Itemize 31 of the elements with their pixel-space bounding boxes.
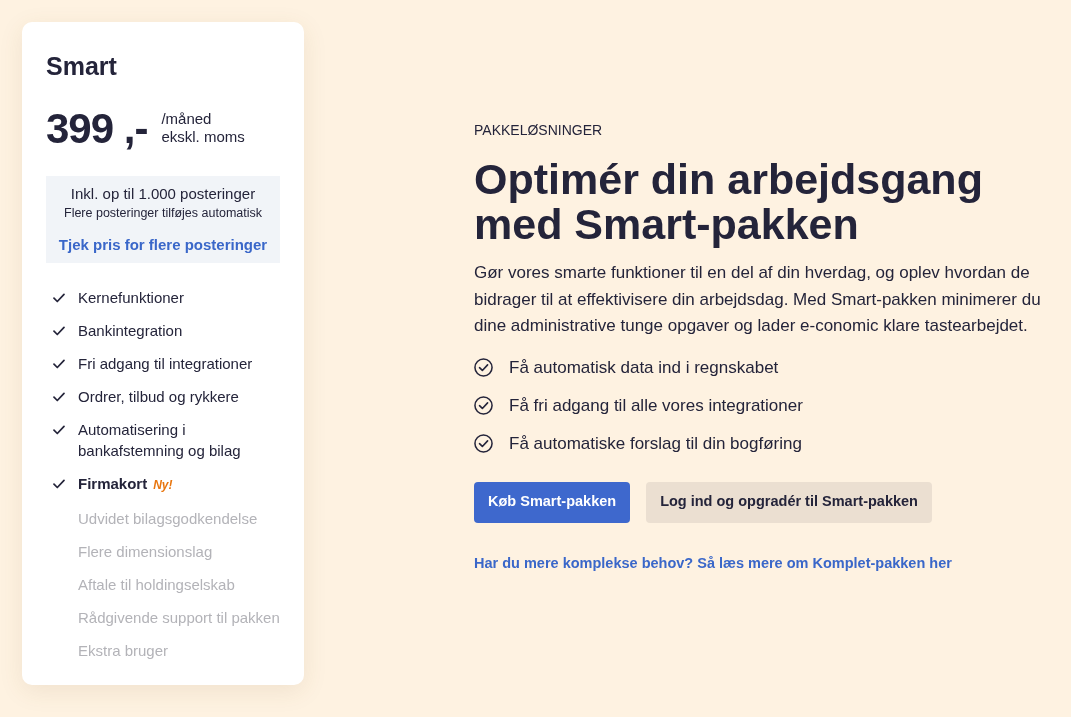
description-text: Gør vores smarte funktioner til en del af din hverdag, og oplev hvordan de bidrager til at effektivisere din arbejdsdag. Med Smart-pakken minimerer du dine administrative tunge opgaver og lader e-conomic klare tastearbejdet. xyxy=(474,262,1042,337)
feature-label: Bankintegration xyxy=(78,321,184,341)
benefit-text: Få automatiske forslag til din bogføring xyxy=(509,432,802,455)
login-upgrade-button[interactable]: Log ind og opgradér til Smart-pakken xyxy=(646,481,932,523)
entries-included-text: Inkl. op til 1.000 posteringer xyxy=(70,184,256,204)
circle-check-icon xyxy=(474,396,493,415)
plan-name: Smart xyxy=(46,51,117,82)
feature-label: Kernefunktioner xyxy=(78,288,185,308)
feature-label: Ordrer, tilbud og rykkere xyxy=(78,387,240,407)
price-link[interactable]: Tjek pris for flere posteringer xyxy=(58,235,268,255)
price-note: /måned xyxy=(161,110,212,128)
circle-check-icon xyxy=(474,434,493,453)
feature-label: Rådgivende support til pakken xyxy=(78,608,281,628)
feature-label: Udvidet bilagsgodkendelse xyxy=(78,509,259,529)
benefit-text: Få fri adgang til alle vores integrationer xyxy=(509,394,803,417)
buy-button[interactable]: Køb Smart-pakken xyxy=(474,481,631,523)
feature-label: Firmakort xyxy=(78,474,148,494)
new-label: Ny! xyxy=(153,477,173,494)
feature-label: Ekstra bruger xyxy=(78,641,170,661)
entries-note-text: Flere posteringer tilføjes automatisk xyxy=(64,205,262,222)
circle-check-icon xyxy=(474,358,493,377)
page-heading: Optimér din arbejdsgang med Smart-pakken xyxy=(474,157,984,247)
price-note: ekskl. moms xyxy=(161,128,245,146)
feature-label: Fri adgang til integrationer xyxy=(78,354,254,374)
feature-label: Flere dimensionslag xyxy=(78,542,214,562)
complete-package-link[interactable]: Har du mere komplekse behov? Så læs mere om Komplet-pakken her xyxy=(474,552,952,573)
benefit-text: Få automatisk data ind i regnskabet xyxy=(509,356,779,379)
eyebrow-text: PAKKELØSNINGER xyxy=(474,121,603,139)
feature-label: Automatisering i bankafstemning og bilag xyxy=(78,420,242,461)
feature-label: Aftale til holdingselskab xyxy=(78,575,236,595)
price: 399 ,- xyxy=(46,105,148,153)
